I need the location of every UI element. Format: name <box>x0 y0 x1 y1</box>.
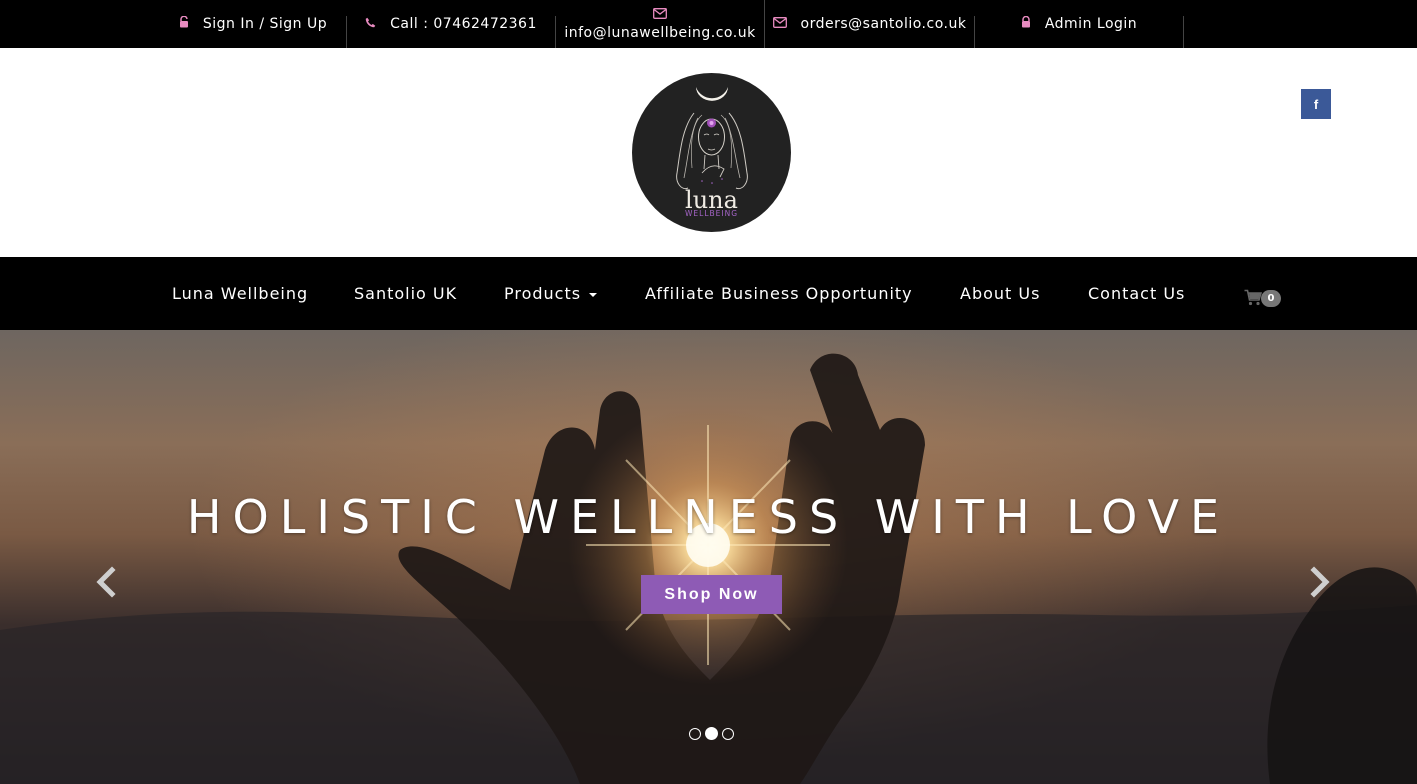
envelope-icon <box>653 7 667 23</box>
email-orders-link[interactable]: orders@santolio.co.uk <box>765 0 974 48</box>
email-info-label: info@lunawellbeing.co.uk <box>564 25 756 41</box>
phone-label: Call : 07462472361 <box>390 16 537 32</box>
carousel-dot-active[interactable] <box>705 727 718 740</box>
hero-title: HOLISTIC WELLNESS WITH LOVE <box>186 490 1231 544</box>
carousel-dot[interactable] <box>722 727 734 740</box>
divider <box>1183 16 1184 48</box>
sign-in-link[interactable]: Sign In / Sign Up <box>160 0 346 48</box>
nav-contact-us[interactable]: Contact Us <box>1088 257 1185 330</box>
nav-luna-wellbeing[interactable]: Luna Wellbeing <box>172 257 308 330</box>
chevron-left-icon <box>96 566 116 598</box>
phone-link[interactable]: Call : 07462472361 <box>347 0 555 48</box>
hero-carousel: HOLISTIC WELLNESS WITH LOVE Shop Now <box>0 330 1417 784</box>
facebook-icon: f <box>1313 96 1319 112</box>
envelope-icon <box>772 16 787 32</box>
cart-count-badge: 0 <box>1261 290 1281 307</box>
lock-icon <box>1021 15 1031 32</box>
nav-products[interactable]: Products <box>504 257 598 330</box>
admin-login-label: Admin Login <box>1044 16 1138 32</box>
chevron-right-icon <box>1310 566 1330 598</box>
phone-icon <box>365 16 376 32</box>
carousel-dot[interactable] <box>689 727 701 740</box>
email-info-link[interactable]: info@lunawellbeing.co.uk <box>556 0 764 48</box>
nav-santolio-uk[interactable]: Santolio UK <box>354 257 457 330</box>
nav-affiliate[interactable]: Affiliate Business Opportunity <box>645 257 913 330</box>
facebook-button[interactable]: f <box>1301 89 1331 119</box>
carousel-prev-arrow[interactable] <box>92 566 122 598</box>
email-orders-label: orders@santolio.co.uk <box>800 16 967 32</box>
logo-subtitle: WELLBEING <box>684 209 739 218</box>
carousel-indicators <box>689 727 734 740</box>
nav-products-label: Products <box>504 284 582 303</box>
lock-open-icon <box>179 15 189 32</box>
admin-login-link[interactable]: Admin Login <box>975 0 1183 48</box>
shop-now-button[interactable]: Shop Now <box>641 575 782 614</box>
carousel-next-arrow[interactable] <box>1304 566 1334 598</box>
caret-down-icon <box>589 292 598 297</box>
cart-button[interactable]: 0 <box>1244 286 1284 310</box>
sign-in-label: Sign In / Sign Up <box>202 16 328 32</box>
cart-icon <box>1244 289 1262 306</box>
nav-about-us[interactable]: About Us <box>960 257 1040 330</box>
hero-background-image <box>0 330 1417 784</box>
site-logo[interactable]: luna WELLBEING <box>632 73 791 232</box>
top-bar: Sign In / Sign Up Call : 07462472361 inf… <box>0 0 1417 48</box>
main-nav: Luna Wellbeing Santolio UK Products Affi… <box>0 257 1417 330</box>
